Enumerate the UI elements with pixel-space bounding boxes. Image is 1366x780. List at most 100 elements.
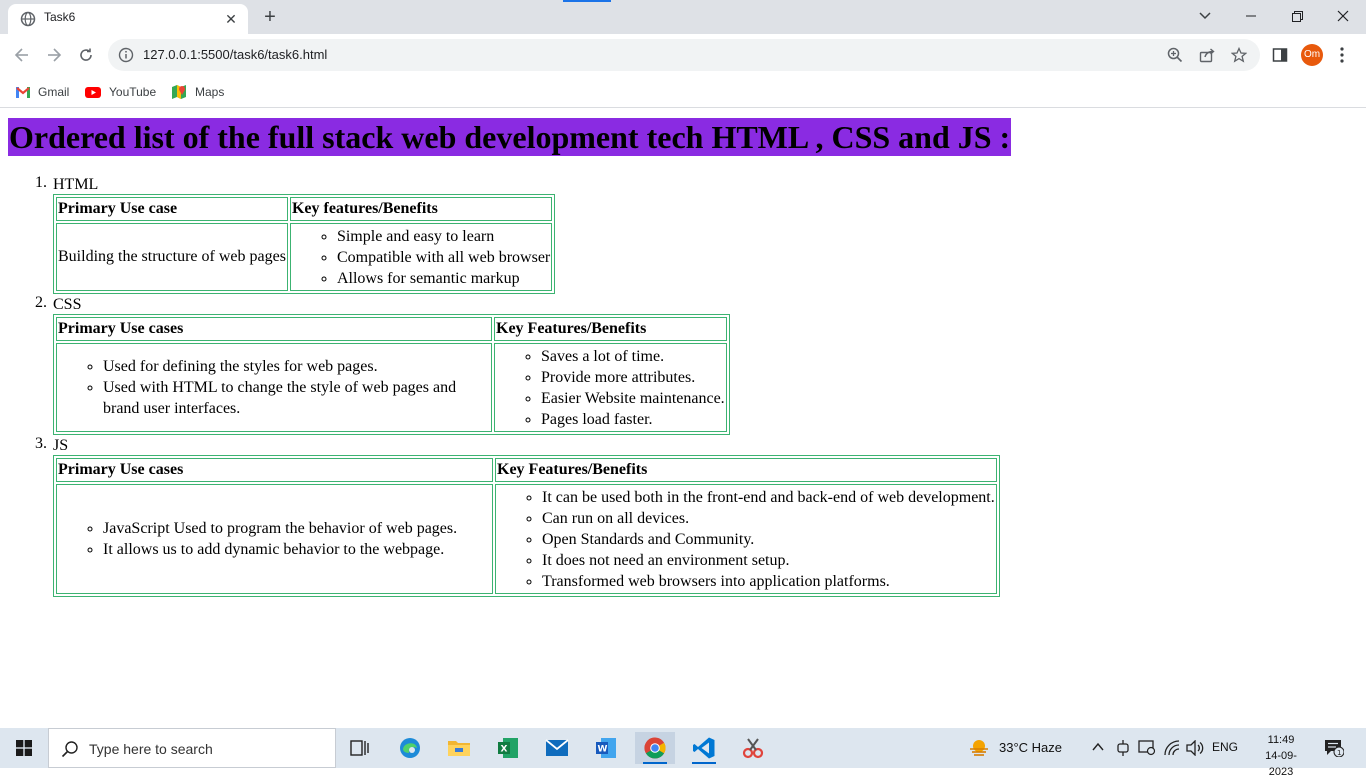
taskbar-search-box[interactable]: Type here to search: [48, 728, 336, 768]
js-table: Primary Use cases Key Features/Benefits …: [53, 455, 1000, 597]
profile-avatar[interactable]: Om: [1301, 44, 1323, 66]
list-item: It allows us to add dynamic behavior to …: [103, 539, 491, 560]
page-heading: Ordered list of the full stack web devel…: [8, 118, 1012, 156]
bookmark-gmail[interactable]: Gmail: [16, 82, 69, 102]
use-cases-cell: JavaScript Used to program the behavior …: [56, 484, 493, 594]
list-item: Used with HTML to change the style of we…: [103, 377, 490, 419]
features-list: It can be used both in the front-end and…: [497, 487, 995, 592]
table-row: Building the structure of web pages Simp…: [56, 223, 553, 291]
youtube-icon: [85, 86, 101, 98]
snipping-tool-icon[interactable]: [733, 732, 773, 764]
search-icon: [61, 741, 78, 758]
clock-time: 11:49: [1267, 734, 1295, 746]
close-window-icon[interactable]: [1329, 4, 1357, 28]
notification-center-icon[interactable]: 1: [1324, 739, 1344, 757]
table-header-row: Primary Use cases Key Features/Benefits: [56, 458, 997, 482]
volume-icon[interactable]: [1186, 740, 1204, 756]
side-panel-icon[interactable]: [1272, 47, 1288, 63]
item-title-js: JS: [53, 437, 69, 454]
features-cell: Simple and easy to learn Compatible with…: [289, 223, 553, 291]
table-header-row: Primary Use cases Key Features/Benefits: [56, 317, 727, 341]
list-item: Can run on all devices.: [542, 508, 995, 529]
network-drive-icon[interactable]: [1138, 740, 1156, 756]
col-header-use-case: Primary Use cases: [56, 458, 493, 482]
col-header-features: Key features/Benefits: [289, 197, 553, 221]
browser-toolbar: 127.0.0.1:5500/task6/task6.html Om: [0, 34, 1366, 76]
list-item: It can be used both in the front-end and…: [542, 487, 995, 508]
bookmark-maps[interactable]: Maps: [171, 82, 224, 102]
site-info-icon[interactable]: [118, 47, 134, 63]
list-item: Provide more attributes.: [541, 367, 725, 388]
bookmark-label: YouTube: [109, 85, 157, 99]
close-tab-icon[interactable]: ✕: [222, 10, 240, 28]
maps-icon: [172, 85, 186, 99]
restore-icon[interactable]: [1283, 4, 1311, 28]
use-case-cell: Building the structure of web pages: [56, 223, 288, 291]
bookmark-youtube[interactable]: YouTube: [85, 82, 156, 102]
table-header-row: Primary Use case Key features/Benefits: [56, 197, 553, 221]
list-marker: 3.: [35, 435, 47, 452]
use-cases-list: JavaScript Used to program the behavior …: [58, 518, 491, 560]
item-title-html: HTML: [53, 176, 99, 193]
item-title-css: CSS: [53, 296, 82, 313]
vscode-icon[interactable]: [684, 732, 724, 764]
edge-icon[interactable]: [390, 732, 430, 764]
wifi-icon[interactable]: [1164, 740, 1180, 756]
bookmark-star-icon[interactable]: [1231, 47, 1247, 63]
features-cell: Saves a lot of time. Provide more attrib…: [494, 343, 727, 432]
weather-text[interactable]: 33°C Haze: [999, 740, 1062, 755]
weather-haze-icon[interactable]: [968, 737, 990, 759]
mail-icon[interactable]: [537, 732, 577, 764]
windows-taskbar: Type here to search X W 33°C Haze ENG 11…: [0, 728, 1366, 778]
list-item: Simple and easy to learn: [337, 226, 550, 247]
chevron-up-icon[interactable]: [1092, 742, 1104, 752]
new-tab-button[interactable]: +: [258, 5, 282, 29]
bookmarks-bar: Gmail YouTube Maps: [0, 76, 1366, 108]
clock[interactable]: 11:49 14-09-2023: [1254, 732, 1308, 780]
language-indicator[interactable]: ENG: [1212, 740, 1238, 754]
address-bar[interactable]: 127.0.0.1:5500/task6/task6.html: [108, 39, 1260, 71]
list-marker: 2.: [35, 294, 47, 311]
list-item-css: 2. CSS Primary Use cases Key Features/Be…: [35, 294, 1000, 435]
list-marker: 1.: [35, 174, 47, 191]
features-list: Saves a lot of time. Provide more attrib…: [496, 346, 725, 430]
tab-task6[interactable]: Task6 ✕: [8, 4, 248, 34]
word-icon[interactable]: W: [586, 732, 626, 764]
forward-arrow-icon[interactable]: [42, 43, 66, 67]
zoom-icon[interactable]: [1167, 47, 1183, 63]
list-item: Transformed web browsers into applicatio…: [542, 571, 995, 592]
page-content: Ordered list of the full stack web devel…: [0, 109, 1366, 728]
use-cases-cell: Used for defining the styles for web pag…: [56, 343, 492, 432]
html-table: Primary Use case Key features/Benefits B…: [53, 194, 556, 294]
list-item-html: 1. HTML Primary Use case Key features/Be…: [35, 174, 1000, 294]
more-options-icon[interactable]: [1337, 45, 1347, 65]
minimize-icon[interactable]: [1237, 4, 1265, 28]
globe-icon: [20, 11, 36, 27]
share-icon[interactable]: [1199, 47, 1215, 63]
task-view-icon[interactable]: [340, 732, 380, 764]
list-item: Saves a lot of time.: [541, 346, 725, 367]
list-item-js: 3. JS Primary Use cases Key Features/Ben…: [35, 435, 1000, 597]
url-text[interactable]: 127.0.0.1:5500/task6/task6.html: [143, 47, 327, 62]
back-arrow-icon[interactable]: [10, 43, 34, 67]
col-header-features: Key Features/Benefits: [495, 458, 997, 482]
col-header-use-case: Primary Use cases: [56, 317, 492, 341]
chrome-icon[interactable]: [635, 732, 675, 764]
list-item: Open Standards and Community.: [542, 529, 995, 550]
svg-text:X: X: [501, 745, 508, 755]
table-row: Used for defining the styles for web pag…: [56, 343, 727, 432]
tab-search-chevron-down-icon[interactable]: [1191, 4, 1219, 28]
clock-date: 14-09-2023: [1265, 750, 1297, 778]
table-row: JavaScript Used to program the behavior …: [56, 484, 997, 594]
file-explorer-icon[interactable]: [439, 732, 479, 764]
reload-icon[interactable]: [74, 43, 98, 67]
windows-start-icon[interactable]: [16, 740, 32, 756]
excel-icon[interactable]: X: [488, 732, 528, 764]
bookmark-label: Gmail: [38, 85, 70, 99]
css-table: Primary Use cases Key Features/Benefits …: [53, 314, 730, 435]
list-item: Compatible with all web browser: [337, 247, 550, 268]
features-list: Simple and easy to learn Compatible with…: [292, 226, 550, 289]
usb-icon[interactable]: [1116, 740, 1130, 756]
list-item: Pages load faster.: [541, 409, 725, 430]
notification-count: 1: [1337, 749, 1341, 757]
